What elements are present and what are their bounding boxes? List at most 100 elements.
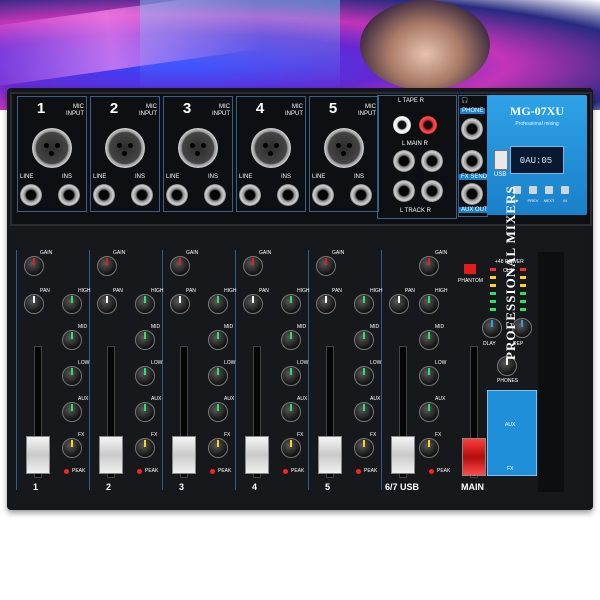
fx-send-knob[interactable] — [135, 438, 155, 458]
fx-send-knob[interactable] — [419, 438, 439, 458]
gain-knob[interactable] — [316, 256, 336, 276]
low-eq-knob[interactable] — [135, 366, 155, 386]
aux-send-label: AUX — [78, 396, 89, 402]
channel-label: 1 — [33, 482, 39, 492]
aux-out-jack[interactable] — [461, 183, 483, 205]
channel-fader[interactable] — [318, 436, 342, 474]
channel-fader[interactable] — [99, 436, 123, 474]
fx-send-jack[interactable] — [461, 150, 483, 172]
channel-fader[interactable] — [26, 436, 50, 474]
line-jack[interactable] — [166, 184, 188, 206]
channel-label: 6/7 USB — [385, 482, 420, 492]
pan-knob[interactable] — [389, 294, 409, 314]
high-eq-knob[interactable] — [135, 294, 155, 314]
aux-send-knob[interactable] — [135, 402, 155, 422]
mid-eq-knob[interactable] — [135, 330, 155, 350]
high-eq-knob[interactable] — [354, 294, 374, 314]
channel-fader[interactable] — [391, 436, 415, 474]
fx-send-knob[interactable] — [62, 438, 82, 458]
gain-knob[interactable] — [243, 256, 263, 276]
mid-eq-knob[interactable] — [419, 330, 439, 350]
pan-knob[interactable] — [316, 294, 336, 314]
mid-eq-knob[interactable] — [208, 330, 228, 350]
pan-knob[interactable] — [97, 294, 117, 314]
gain-knob[interactable] — [419, 256, 439, 276]
tape-rca-left[interactable] — [393, 116, 411, 134]
mid-eq-knob[interactable] — [281, 330, 301, 350]
xlr-socket[interactable] — [178, 128, 218, 168]
main-out-right[interactable] — [421, 150, 443, 172]
line-jack[interactable] — [239, 184, 261, 206]
low-eq-knob[interactable] — [354, 366, 374, 386]
line-label: LINE — [312, 174, 326, 180]
aux-send-knob[interactable] — [281, 402, 301, 422]
pan-knob[interactable] — [24, 294, 44, 314]
ins-jack[interactable] — [277, 184, 299, 206]
prev-button[interactable] — [529, 186, 537, 194]
fx-send-knob[interactable] — [208, 438, 228, 458]
phantom-power-button[interactable] — [464, 264, 476, 274]
high-eq-knob[interactable] — [62, 294, 82, 314]
line-jack[interactable] — [93, 184, 115, 206]
meter-led — [490, 268, 496, 271]
gain-label: GAIN — [113, 250, 126, 256]
meter-led — [490, 276, 496, 279]
low-eq-label: LOW — [151, 360, 163, 366]
mode-label: M — [563, 198, 567, 203]
fx-send-knob[interactable] — [281, 438, 301, 458]
fx-send-knob[interactable] — [354, 438, 374, 458]
phone-jack[interactable] — [461, 118, 483, 140]
mic-input-label: MIC INPUT — [66, 104, 84, 117]
fx-send-label: FX — [297, 432, 304, 438]
ins-jack[interactable] — [58, 184, 80, 206]
gain-knob[interactable] — [170, 256, 190, 276]
aux-send-knob[interactable] — [419, 402, 439, 422]
pan-knob[interactable] — [243, 294, 263, 314]
mid-eq-knob[interactable] — [354, 330, 374, 350]
high-eq-knob[interactable] — [419, 294, 439, 314]
main-fader[interactable] — [462, 438, 486, 476]
xlr-socket[interactable] — [251, 128, 291, 168]
delay-knob[interactable] — [482, 318, 502, 338]
master-fx-label: FX — [507, 466, 514, 472]
main-label: L MAIN R — [402, 141, 428, 147]
high-eq-knob[interactable] — [208, 294, 228, 314]
low-eq-knob[interactable] — [419, 366, 439, 386]
gain-label: GAIN — [259, 250, 272, 256]
tape-rca-right[interactable] — [419, 116, 437, 134]
xlr-socket[interactable] — [32, 128, 72, 168]
ins-jack[interactable] — [204, 184, 226, 206]
low-eq-knob[interactable] — [281, 366, 301, 386]
pan-knob[interactable] — [170, 294, 190, 314]
high-eq-knob[interactable] — [281, 294, 301, 314]
xlr-socket[interactable] — [105, 128, 145, 168]
ins-jack[interactable] — [350, 184, 372, 206]
next-button[interactable] — [545, 186, 553, 194]
mid-eq-label: MID — [435, 324, 445, 330]
main-out-left[interactable] — [393, 150, 415, 172]
low-eq-knob[interactable] — [62, 366, 82, 386]
aux-send-knob[interactable] — [354, 402, 374, 422]
aux-send-knob[interactable] — [208, 402, 228, 422]
line-jack[interactable] — [312, 184, 334, 206]
peak-led — [356, 469, 361, 474]
line-jack[interactable] — [20, 184, 42, 206]
ins-jack[interactable] — [131, 184, 153, 206]
aux-send-label: AUX — [435, 396, 446, 402]
main-label: MAIN — [461, 482, 484, 492]
gain-knob[interactable] — [97, 256, 117, 276]
low-eq-knob[interactable] — [208, 366, 228, 386]
track-jack-right[interactable] — [421, 180, 443, 202]
track-jack-left[interactable] — [393, 180, 415, 202]
xlr-socket[interactable] — [324, 128, 364, 168]
pan-label: PAN — [405, 288, 415, 294]
gain-label: GAIN — [332, 250, 345, 256]
channel-fader[interactable] — [172, 436, 196, 474]
line-label: LINE — [239, 174, 253, 180]
aux-send-knob[interactable] — [62, 402, 82, 422]
channel-fader[interactable] — [245, 436, 269, 474]
gain-knob[interactable] — [24, 256, 44, 276]
mid-eq-knob[interactable] — [62, 330, 82, 350]
mode-button[interactable] — [561, 186, 569, 194]
ins-label: INS — [354, 174, 365, 180]
